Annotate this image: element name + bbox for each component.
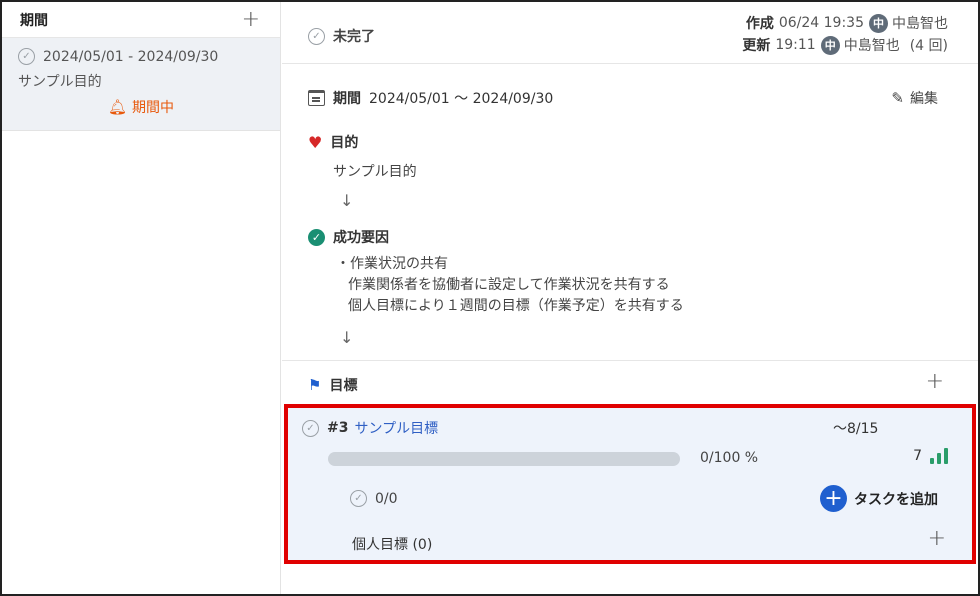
factor-item: ・作業状況の共有 (336, 256, 448, 272)
sidebar-title: 期間 (20, 12, 48, 29)
created-time: 06/24 19:35 (778, 15, 864, 31)
factors-label: 成功要因 (333, 230, 389, 246)
check-circle-icon: ✓ (308, 27, 325, 45)
purpose-label: 目的 (330, 135, 359, 151)
period-status-label: 期間中 (132, 100, 175, 116)
updated-time: 19:11 (775, 37, 816, 53)
period-status: 🔔︎ 期間中 (18, 97, 264, 117)
plus-circle-icon: + (820, 485, 847, 512)
update-count: (4 回) (909, 38, 948, 54)
add-goal-button[interactable]: + (926, 371, 944, 393)
check-circle-icon[interactable]: ✓ (302, 419, 319, 437)
plus-icon[interactable]: + (242, 8, 260, 31)
factors-list: ・作業状況の共有 作業関係者を協働者に設定して作業状況を共有する 個人目標により… (336, 254, 684, 317)
goal-name-link[interactable]: サンプル目標 (354, 418, 438, 438)
task-count-value: 0/0 (375, 490, 398, 507)
add-task-label: タスクを追加 (854, 491, 938, 508)
goal-due-date: 〜8/15 (833, 421, 879, 437)
pencil-icon: ✎ (891, 89, 904, 107)
sidebar-header: 期間 + (2, 2, 280, 38)
goals-header: ⚑ 目標 + (282, 360, 978, 404)
period-sidebar: 期間 + ✓ 2024/05/01 - 2024/09/30 サンプル目的 🔔︎… (2, 2, 281, 594)
goals-label: 目標 (329, 378, 358, 394)
factors-heading: ✓ 成功要因 (308, 227, 397, 247)
goal-level-value: 7 (913, 448, 922, 464)
detail-header: ✓ 未完了 作成 06/24 19:35 中 中島智也 更新 19:11 中 中… (282, 2, 978, 64)
period-label: 期間 (333, 91, 361, 107)
goal-progress-text: 0/100 % (700, 450, 759, 466)
factor-item: 個人目標により１週間の目標（作業予定）を共有する (348, 298, 684, 314)
created-user: 中島智也 (892, 16, 948, 32)
avatar: 中 (869, 13, 888, 33)
edit-label: 編集 (910, 91, 938, 107)
check-badge-icon: ✓ (308, 228, 325, 246)
goal-number: #3 (327, 420, 349, 436)
period-dates: 2024/05/01 - 2024/09/30 (43, 48, 219, 65)
heart-icon: ♥ (308, 132, 323, 152)
arrow-down-icon: ↓ (340, 328, 354, 347)
period-detail: ✓ 未完了 作成 06/24 19:35 中 中島智也 更新 19:11 中 中… (282, 2, 978, 594)
add-personal-goal-button[interactable]: + (928, 528, 946, 550)
goal-level[interactable]: 7 (913, 448, 948, 464)
edit-button[interactable]: ✎ 編集 (891, 88, 938, 108)
signal-bars-icon (930, 448, 948, 464)
updated-user: 中島智也 (843, 38, 900, 54)
arrow-down-icon: ↓ (340, 191, 354, 210)
goals-title: ⚑ 目標 (308, 375, 365, 395)
completion-status[interactable]: ✓ 未完了 (308, 26, 375, 46)
meta-info: 作成 06/24 19:35 中 中島智也 更新 19:11 中 中島智也 (4… (742, 12, 948, 56)
calendar-icon (308, 90, 325, 106)
goal-card: ✓ #3 サンプル目標 〜8/15 0/100 % 7 ✓ 0/0 + タスクを… (284, 404, 976, 564)
period-purpose: サンプル目的 (18, 74, 102, 90)
personal-goals-label: 個人目標 (0) (352, 537, 433, 553)
status-label: 未完了 (333, 29, 375, 45)
avatar: 中 (820, 35, 840, 55)
add-task-button[interactable]: + タスクを追加 (820, 485, 938, 512)
created-label: 作成 (745, 16, 774, 32)
goal-progress-bar (328, 452, 680, 466)
task-count: ✓ 0/0 (350, 490, 398, 507)
purpose-heading: ♥ 目的 (308, 132, 366, 152)
factor-item: 作業関係者を協働者に設定して作業状況を共有する (348, 277, 670, 293)
period-row: 期間 2024/05/01 〜 2024/09/30 (308, 88, 553, 108)
check-circle-icon: ✓ (18, 48, 35, 65)
period-value: 2024/05/01 〜 2024/09/30 (369, 91, 554, 107)
bell-icon: 🔔︎ (107, 98, 128, 116)
updated-label: 更新 (742, 38, 771, 54)
goal-heading: ✓ #3 サンプル目標 (302, 418, 438, 438)
flag-icon: ⚑ (308, 376, 322, 394)
purpose-value: サンプル目的 (333, 164, 417, 180)
check-circle-icon: ✓ (350, 490, 367, 507)
period-list-item[interactable]: ✓ 2024/05/01 - 2024/09/30 サンプル目的 🔔︎ 期間中 (2, 38, 280, 131)
